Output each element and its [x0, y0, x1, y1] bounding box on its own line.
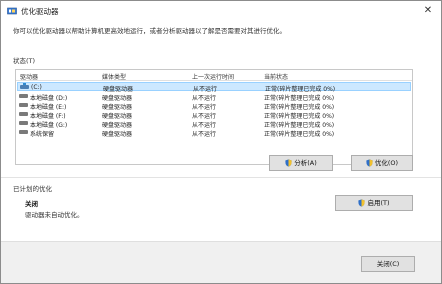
column-header-drive[interactable]: 驱动器: [20, 72, 38, 81]
dialog-footer: 关闭(C): [1, 241, 441, 283]
media-type: 硬盘驱动器: [102, 130, 133, 138]
table-row[interactable]: 本地磁盘 (D:) 硬盘驱动器 从不运行 正常(碎片整理已完成 0%): [17, 92, 411, 102]
table-row[interactable]: 本地磁盘 (G:) 硬盘驱动器 从不运行 正常(碎片整理已完成 0%): [17, 119, 411, 129]
title-bar: 优化驱动器 ✕: [1, 1, 441, 21]
drives-table: 驱动器 媒体类型 上一次运行时间 当前状态 (C:) 硬盘驱动器 从不运行 正常…: [15, 69, 413, 165]
scheduled-optimization-label: 已计划的优化: [13, 185, 52, 193]
table-row[interactable]: (C:) 硬盘驱动器 从不运行 正常(碎片整理已完成 0%): [17, 82, 411, 93]
enable-label: 启用(T): [367, 199, 390, 207]
window-close-button[interactable]: ✕: [421, 4, 435, 18]
analyze-label: 分析(A): [294, 159, 317, 167]
drive-name: (C:): [31, 83, 42, 91]
drive-icon: [19, 130, 28, 134]
drive-icon: [19, 112, 28, 116]
status-section-label: 状态(T): [13, 57, 36, 65]
enable-button[interactable]: 启用(T): [335, 195, 413, 211]
close-label: 关闭(C): [376, 260, 400, 268]
shield-icon: [285, 159, 292, 167]
analyze-button[interactable]: 分析(A): [269, 155, 333, 171]
column-header-status[interactable]: 当前状态: [264, 72, 288, 81]
section-divider: [1, 177, 441, 178]
drive-icon: [19, 94, 28, 98]
schedule-state: 关闭: [25, 200, 38, 208]
schedule-description: 驱动器未自动优化。: [25, 211, 84, 219]
window-title: 优化驱动器: [21, 7, 59, 16]
drive-icon: [19, 121, 28, 125]
drive-name: 系统保留: [30, 130, 55, 138]
column-header-media-type[interactable]: 媒体类型: [102, 72, 126, 81]
defrag-app-icon: [7, 7, 17, 15]
last-run: 从不运行: [192, 130, 217, 138]
intro-text: 你可以优化驱动器以帮助计算机更高效地运行，或者分析驱动器以了解是否需要对其进行优…: [13, 27, 286, 35]
current-status: 正常(碎片整理已完成 0%): [264, 130, 335, 138]
table-row[interactable]: 本地磁盘 (F:) 硬盘驱动器 从不运行 正常(碎片整理已完成 0%): [17, 110, 411, 120]
table-row[interactable]: 系统保留 硬盘驱动器 从不运行 正常(碎片整理已完成 0%): [17, 128, 411, 138]
table-row[interactable]: 本地磁盘 (E:) 硬盘驱动器 从不运行 正常(碎片整理已完成 0%): [17, 101, 411, 111]
close-button[interactable]: 关闭(C): [361, 256, 415, 272]
system-drive-icon: [20, 83, 29, 89]
main-content: 你可以优化驱动器以帮助计算机更高效地运行，或者分析驱动器以了解是否需要对其进行优…: [1, 21, 441, 241]
shield-icon: [366, 159, 373, 167]
column-header-last-run[interactable]: 上一次运行时间: [192, 72, 234, 81]
drive-icon: [19, 103, 28, 107]
optimize-button[interactable]: 优化(O): [351, 155, 413, 171]
drives-table-header: 驱动器 媒体类型 上一次运行时间 当前状态: [16, 70, 412, 81]
optimize-label: 优化(O): [374, 159, 399, 167]
optimize-drives-window: 优化驱动器 ✕ 你可以优化驱动器以帮助计算机更高效地运行，或者分析驱动器以了解是…: [0, 0, 442, 284]
shield-icon: [358, 199, 366, 207]
